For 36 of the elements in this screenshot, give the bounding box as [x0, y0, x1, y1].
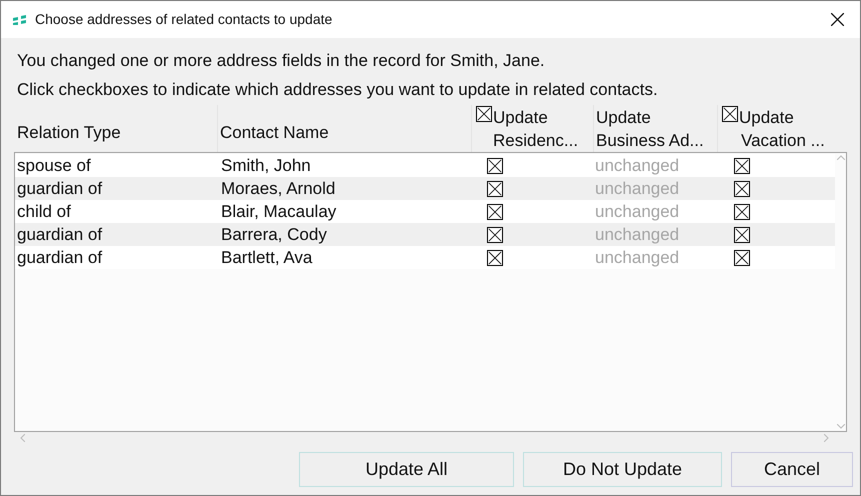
- checkbox[interactable]: [734, 180, 750, 196]
- checkbox[interactable]: [487, 158, 503, 174]
- window-title: Choose addresses of related contacts to update: [35, 10, 332, 29]
- table-cell-text: Barrera, Cody: [220, 224, 328, 246]
- table-cell-text: unchanged: [594, 155, 680, 177]
- table-cell-text: unchanged: [594, 247, 680, 269]
- checkbox[interactable]: [734, 226, 750, 242]
- table-cell-text: Moraes, Arnold: [220, 178, 336, 200]
- close-icon[interactable]: [831, 13, 844, 26]
- message-text: You changed one or more address fields in the record for Smith, Jane.: [17, 50, 546, 72]
- checkbox[interactable]: [487, 204, 503, 220]
- checkbox[interactable]: [487, 180, 503, 196]
- table-cell-text: spouse of: [16, 155, 92, 177]
- table-cell-text: Blair, Macaulay: [220, 201, 338, 223]
- table-cell-text: child of: [16, 201, 72, 223]
- checkbox[interactable]: [734, 204, 750, 220]
- table-cell-text: unchanged: [594, 224, 680, 246]
- table-cell-text: Smith, John: [220, 155, 312, 177]
- message-text: Click checkboxes to indicate which addresses you want to update in related contacts.: [17, 79, 659, 101]
- table-cell-text: unchanged: [594, 178, 680, 200]
- table-cell-text: guardian of: [16, 178, 104, 200]
- checkbox[interactable]: [734, 158, 750, 174]
- app-logo-icon: [13, 14, 27, 24]
- checkbox[interactable]: [487, 226, 503, 242]
- column-header[interactable]: Relation Type: [15, 105, 217, 152]
- checkbox[interactable]: [476, 106, 492, 122]
- dialog-button[interactable]: Do Not Update: [523, 452, 722, 487]
- checkbox[interactable]: [734, 250, 750, 266]
- table-cell-text: guardian of: [16, 224, 104, 246]
- checkbox[interactable]: [487, 250, 503, 266]
- table-cell-text: unchanged: [594, 201, 680, 223]
- dialog-button[interactable]: Cancel: [731, 452, 853, 487]
- table-cell-text: Bartlett, Ava: [220, 247, 314, 269]
- table-cell-text: guardian of: [16, 247, 104, 269]
- checkbox[interactable]: [722, 106, 738, 122]
- dialog-button[interactable]: Update All: [299, 452, 514, 487]
